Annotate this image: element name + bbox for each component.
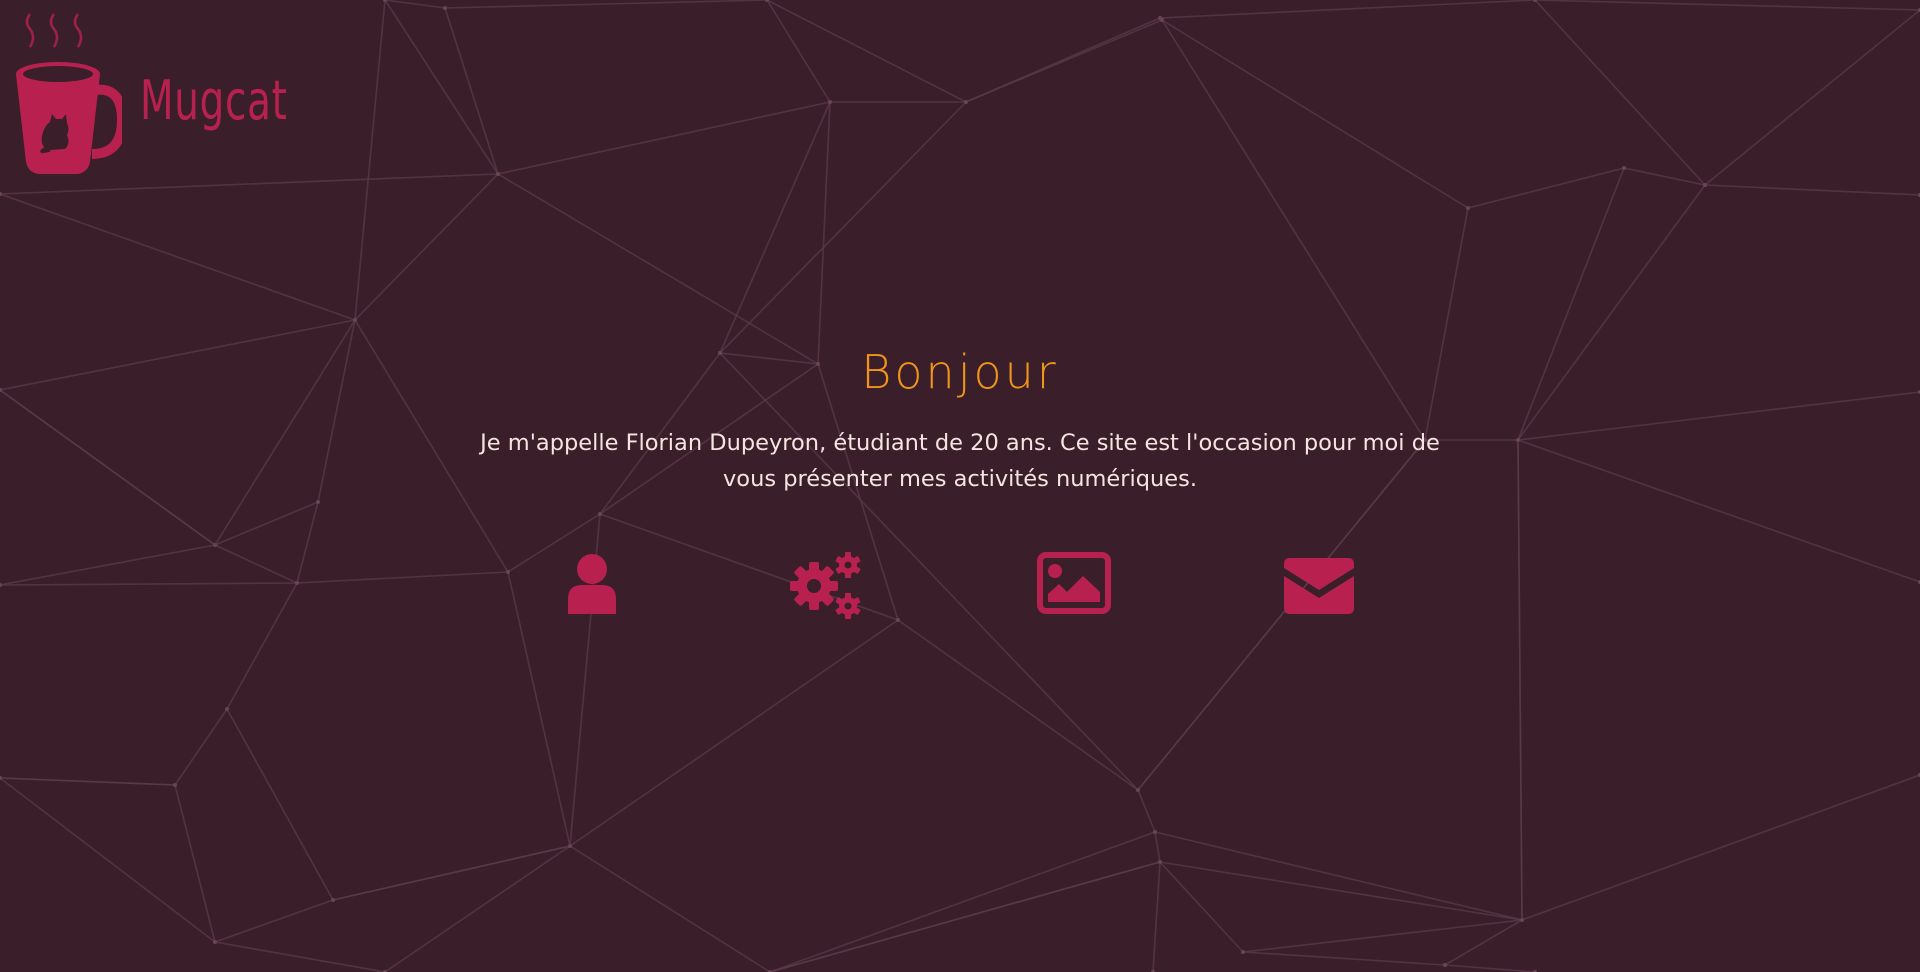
mesh-line xyxy=(0,193,356,321)
mesh-line xyxy=(897,619,1139,791)
mesh-line xyxy=(384,0,499,175)
mesh-node xyxy=(316,500,320,504)
mesh-line xyxy=(354,0,386,321)
image-icon xyxy=(1037,552,1111,614)
mesh-line xyxy=(1159,0,1536,19)
about-link[interactable] xyxy=(566,552,618,614)
hero-title: Bonjour xyxy=(861,345,1059,399)
mesh-node xyxy=(1160,18,1164,22)
mesh-line xyxy=(1159,861,1244,953)
mesh-line xyxy=(569,619,899,847)
page: Mugcat Bonjour Je m'appelle Florian Dupe… xyxy=(0,0,1920,972)
mesh-line xyxy=(384,0,446,9)
mesh-line xyxy=(1152,861,1161,972)
mesh-node xyxy=(225,707,229,711)
projects-link[interactable] xyxy=(790,552,864,620)
mesh-line xyxy=(1161,19,1469,209)
mesh-node xyxy=(213,940,217,944)
mesh-node xyxy=(1520,918,1524,922)
mesh-node xyxy=(1241,950,1245,954)
mesh-node xyxy=(568,844,572,848)
mug-cat-icon xyxy=(16,13,122,174)
mesh-line xyxy=(214,941,386,972)
nav-icons xyxy=(0,552,1920,626)
contact-link[interactable] xyxy=(1284,552,1354,614)
mesh-line xyxy=(444,7,499,175)
gears-icon xyxy=(790,552,861,619)
mesh-line xyxy=(1242,919,1523,953)
mesh-line xyxy=(1534,0,1706,186)
mesh-node xyxy=(331,898,335,902)
mesh-node xyxy=(828,100,832,104)
mesh-line xyxy=(214,899,334,943)
mesh-node xyxy=(1622,166,1626,170)
mesh-line xyxy=(769,831,1156,972)
mesh-line xyxy=(174,784,216,943)
mesh-line xyxy=(332,845,571,901)
mesh-line xyxy=(1154,831,1523,921)
mesh-line xyxy=(444,0,768,9)
mesh-line xyxy=(214,501,319,546)
mesh-line xyxy=(0,777,216,943)
mesh-node xyxy=(443,6,447,10)
mesh-line xyxy=(1704,9,1920,186)
mesh-node xyxy=(1158,860,1162,864)
mesh-node xyxy=(1136,788,1140,792)
mesh-line xyxy=(1154,831,1161,863)
mesh-line xyxy=(1521,774,1920,921)
mesh-line xyxy=(1159,861,1523,921)
hero-section: Bonjour Je m'appelle Florian Dupeyron, é… xyxy=(0,345,1920,497)
mesh-node xyxy=(1153,830,1157,834)
gallery-link[interactable] xyxy=(1037,552,1111,614)
mesh-node xyxy=(1443,963,1447,967)
mesh-line xyxy=(497,101,831,175)
mesh-node xyxy=(173,783,177,787)
mesh-line xyxy=(384,845,571,972)
mesh-node xyxy=(964,100,968,104)
mesh-line xyxy=(769,861,1161,972)
mesh-line xyxy=(965,17,1161,103)
mesh-line xyxy=(1444,964,1536,972)
envelope-icon xyxy=(1284,558,1354,614)
user-icon xyxy=(568,554,616,614)
mesh-node xyxy=(496,172,500,176)
mesh-line xyxy=(766,0,967,103)
mesh-line xyxy=(1517,439,1523,921)
mesh-line xyxy=(569,845,771,972)
hero-intro-text: Je m'appelle Florian Dupeyron, étudiant … xyxy=(480,430,1440,492)
mesh-node xyxy=(598,512,602,516)
mesh-node xyxy=(1703,183,1707,187)
mesh-line xyxy=(1623,167,1706,186)
mesh-line xyxy=(497,173,819,365)
mesh-node xyxy=(213,543,217,547)
mesh-node xyxy=(353,318,357,322)
mesh-line xyxy=(1704,184,1920,196)
mesh-line xyxy=(719,101,967,354)
mesh-line xyxy=(1137,789,1156,833)
site-logo[interactable]: Mugcat xyxy=(10,12,345,178)
mesh-node xyxy=(1466,206,1470,210)
mesh-line xyxy=(1242,951,1446,966)
mesh-line xyxy=(1467,167,1625,209)
mesh-line xyxy=(354,173,499,321)
logo-text: Mugcat xyxy=(140,68,288,132)
mesh-line xyxy=(817,101,831,365)
mesh-line xyxy=(0,777,176,786)
mesh-line xyxy=(1534,0,1920,11)
mesh-line xyxy=(226,708,334,901)
mesh-line xyxy=(174,708,228,786)
